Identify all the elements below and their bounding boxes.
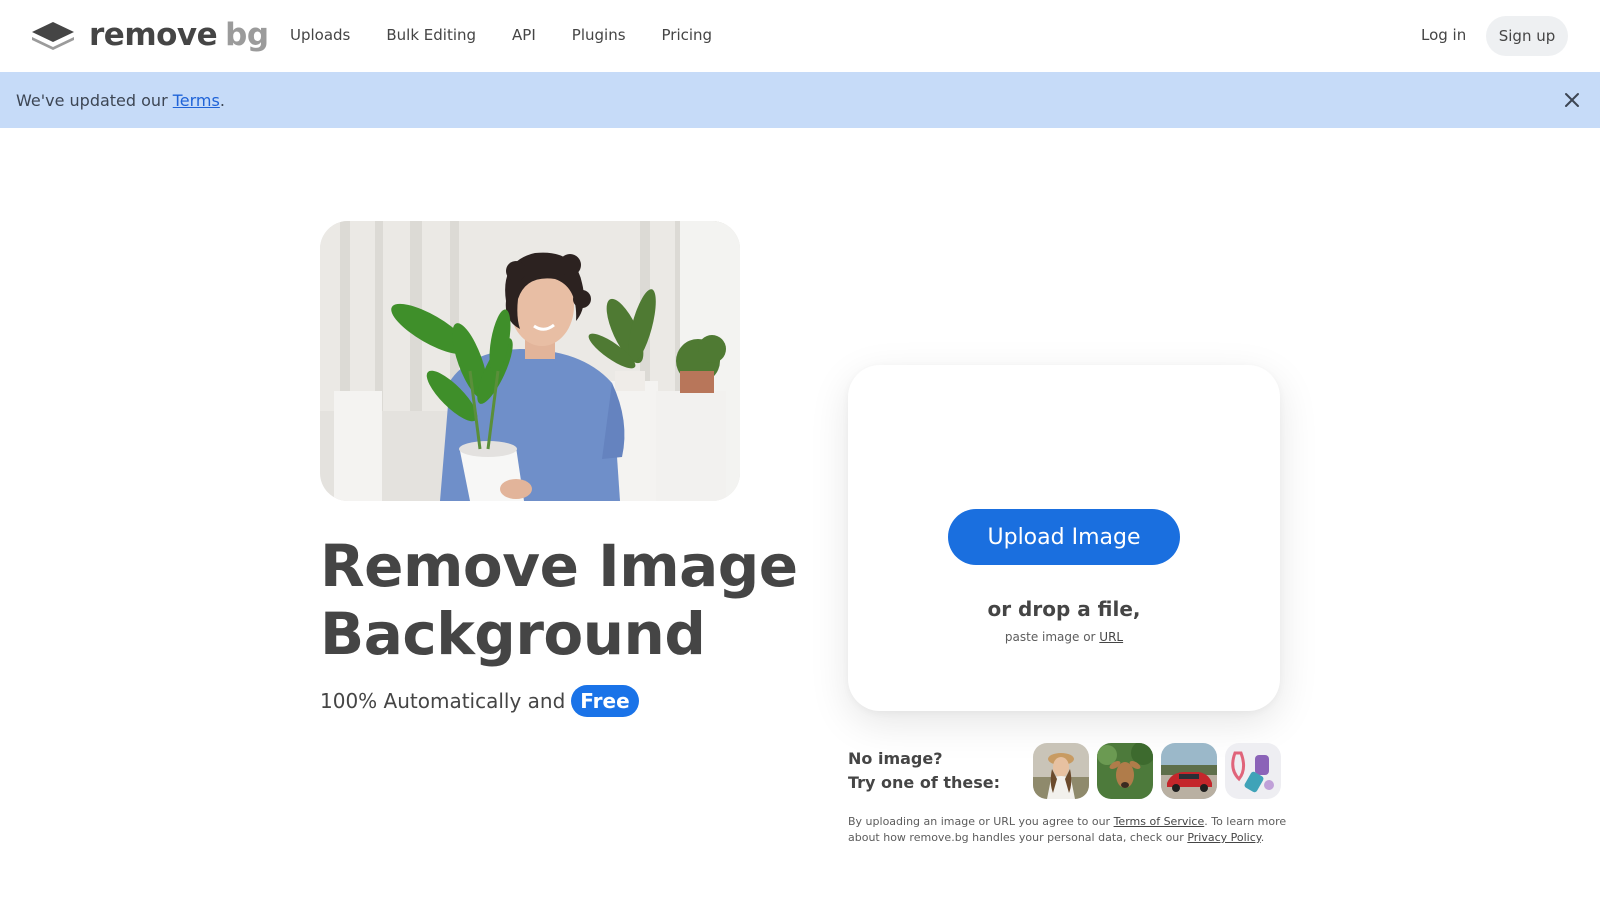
top-header: remove bg Uploads Bulk Editing API Plugin…: [0, 0, 1600, 72]
title-line-1: Remove Image: [320, 532, 798, 600]
banner-prefix: We've updated our: [16, 90, 173, 110]
url-link[interactable]: URL: [1099, 630, 1123, 644]
subtitle: 100% Automatically and Free: [320, 684, 639, 718]
paste-prefix: paste image or: [1004, 630, 1100, 644]
banner-suffix: .: [219, 90, 225, 110]
sample-thumb-car[interactable]: [1161, 743, 1217, 799]
legal-part-3: .: [1260, 831, 1265, 844]
login-link[interactable]: Log in: [1421, 22, 1466, 48]
logo-remove: remove: [89, 17, 218, 53]
samples-label: No image? Try one of these:: [848, 747, 1000, 795]
page-title: Remove Image Background: [320, 532, 800, 668]
sample-thumbnails: [1033, 743, 1289, 799]
close-icon[interactable]: [1562, 90, 1582, 110]
title-line-2: Background: [320, 600, 706, 668]
nav-uploads[interactable]: Uploads: [290, 22, 350, 48]
terms-link[interactable]: Terms: [173, 91, 220, 110]
main-nav: Uploads Bulk Editing API Plugins Pricing: [290, 22, 748, 48]
sample-thumb-deer[interactable]: [1097, 743, 1153, 799]
terms-banner: We've updated our Terms.: [0, 72, 1600, 128]
upload-dropzone[interactable]: Upload Image or drop a file, paste image…: [848, 365, 1280, 711]
legal-part-1: By uploading an image or URL you agree t…: [848, 815, 1114, 828]
drop-file-text: or drop a file,: [987, 597, 1141, 621]
paste-text: paste image or URL: [848, 630, 1280, 644]
hero-photo: [320, 221, 740, 501]
nav-plugins[interactable]: Plugins: [572, 22, 626, 48]
nav-api[interactable]: API: [512, 22, 536, 48]
signup-button[interactable]: Sign up: [1486, 16, 1568, 56]
logo-layers-icon: [32, 22, 74, 50]
sample-thumb-products[interactable]: [1225, 743, 1281, 799]
legal-notice: By uploading an image or URL you agree t…: [848, 814, 1288, 846]
sample-thumb-woman[interactable]: [1033, 743, 1089, 799]
nav-pricing[interactable]: Pricing: [662, 22, 713, 48]
nav-bulk-editing[interactable]: Bulk Editing: [386, 22, 476, 48]
banner-text: We've updated our Terms.: [16, 91, 225, 110]
logo-wordmark: remove bg: [89, 18, 269, 52]
free-badge: Free: [571, 685, 639, 717]
samples-line-2: Try one of these:: [848, 773, 1001, 792]
logo-bg: bg: [225, 17, 269, 53]
terms-of-service-link[interactable]: Terms of Service: [1114, 815, 1205, 828]
upload-image-button[interactable]: Upload Image: [948, 509, 1180, 565]
logo[interactable]: remove bg: [31, 18, 269, 52]
privacy-policy-link[interactable]: Privacy Policy: [1187, 831, 1260, 844]
subtitle-text: 100% Automatically and: [320, 689, 566, 713]
samples-line-1: No image?: [848, 749, 943, 768]
